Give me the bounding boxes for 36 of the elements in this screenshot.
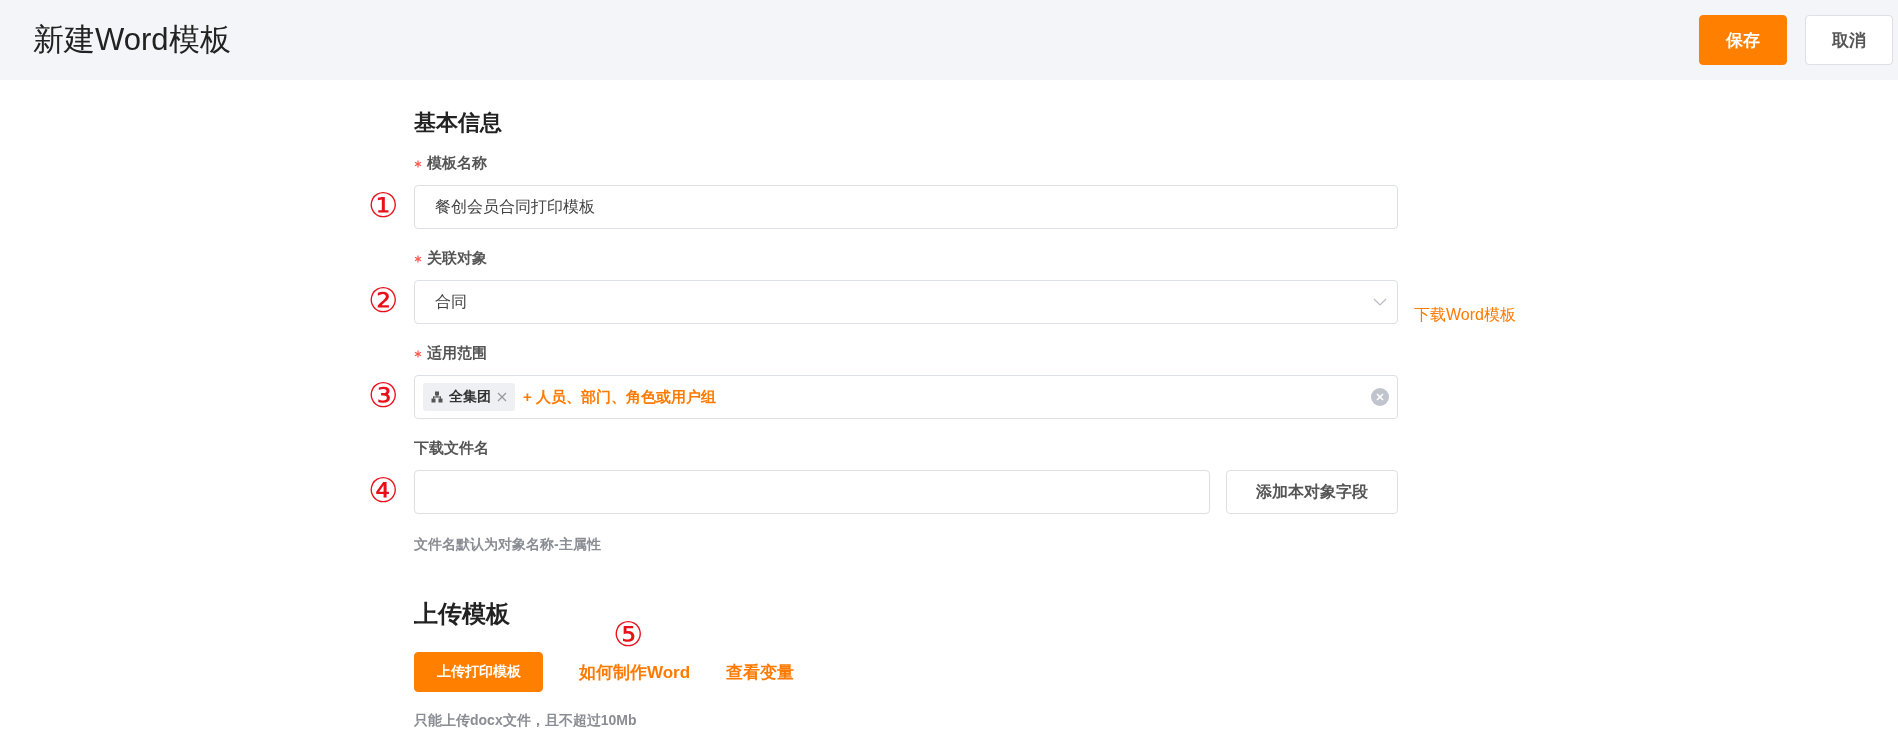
clear-icon[interactable] bbox=[1371, 388, 1389, 406]
field-label: 模板名称 bbox=[427, 154, 487, 173]
tag-label: 全集团 bbox=[449, 388, 491, 406]
required-asterisk-icon bbox=[414, 159, 422, 168]
field-label: 适用范围 bbox=[427, 344, 487, 363]
chevron-down-icon bbox=[1373, 298, 1387, 306]
section-title: 上传模板 bbox=[414, 599, 511, 629]
field-label: 下载文件名 bbox=[414, 439, 489, 458]
field-label: 关联对象 bbox=[427, 249, 487, 268]
annotation-number: ③ bbox=[368, 378, 398, 412]
required-asterisk-icon bbox=[414, 349, 422, 358]
close-icon[interactable] bbox=[497, 392, 507, 402]
page-title: 新建Word模板 bbox=[33, 21, 231, 59]
cancel-button[interactable]: 取消 bbox=[1805, 15, 1893, 65]
download-template-link[interactable]: 下载Word模板 bbox=[1414, 305, 1516, 326]
input-field[interactable]: 餐创会员合同打印模板 bbox=[414, 185, 1398, 229]
org-tree-icon bbox=[431, 391, 443, 403]
annotation-number: ① bbox=[368, 188, 398, 222]
help-link[interactable]: 如何制作Word bbox=[579, 662, 691, 682]
annotation-number: ② bbox=[368, 283, 398, 317]
scope-field[interactable]: 全集团 + 人员、部门、角色或用户组 bbox=[414, 375, 1398, 419]
field-value: 餐创会员合同打印模板 bbox=[435, 196, 595, 217]
add-member-link[interactable]: + 人员、部门、角色或用户组 bbox=[523, 387, 1363, 407]
field-value: 合同 bbox=[435, 291, 467, 312]
help-link[interactable]: 查看变量 bbox=[726, 662, 795, 682]
save-button[interactable]: 保存 bbox=[1699, 15, 1787, 65]
annotation-number: ④ bbox=[368, 473, 398, 507]
required-asterisk-icon bbox=[414, 254, 422, 263]
add-field-button[interactable]: 添加本对象字段 bbox=[1226, 470, 1398, 514]
select-field[interactable]: 合同 bbox=[414, 280, 1398, 324]
input-field[interactable] bbox=[414, 470, 1210, 514]
upload-template-button[interactable]: 上传打印模板 bbox=[414, 652, 543, 692]
section-title: 基本信息 bbox=[414, 109, 503, 137]
field-hint: 文件名默认为对象名称-主属性 bbox=[414, 536, 602, 554]
annotation-number: ⑤ bbox=[613, 616, 643, 651]
upload-hint: 只能上传docx文件，且不超过10Mb bbox=[414, 712, 638, 730]
